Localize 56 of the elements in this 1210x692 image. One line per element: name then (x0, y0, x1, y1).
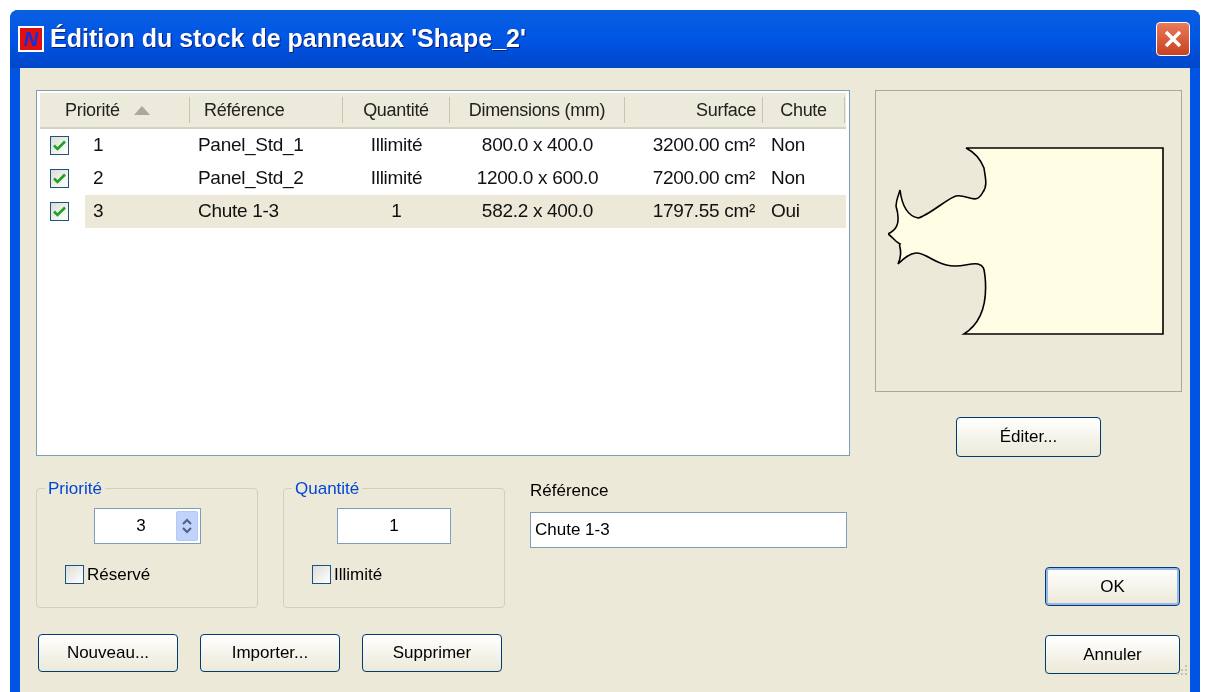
window-title: Édition du stock de panneaux 'Shape_2' (50, 23, 527, 55)
table-cell-text: 1 (92, 133, 105, 158)
action-button[interactable]: Nouveau... (38, 634, 178, 672)
reference-field[interactable]: Chute 1-3 (530, 511, 847, 548)
dialog-button[interactable]: OK (1045, 567, 1180, 606)
table-cell-text: 1797.55 cm² (651, 199, 756, 224)
checkbox[interactable] (50, 169, 69, 188)
table-cell-text: Illimité (369, 133, 424, 158)
table-row[interactable]: 3 Chute 1-3 1 582.2 x 400.0 1797.55 cm² Oui (85, 195, 846, 228)
spin-field[interactable]: 3 (93, 507, 201, 544)
checkbox-label: Réservé (87, 563, 151, 586)
checkbox[interactable] (50, 136, 69, 155)
app-icon: N (18, 26, 44, 52)
checkbox[interactable] (312, 564, 331, 584)
table-cell-text: Non (770, 133, 806, 158)
table-cell-text: Chute 1-3 (197, 199, 280, 224)
table-cell-text: 582.2 x 400.0 (480, 199, 595, 224)
checkbox[interactable] (65, 564, 84, 584)
checkbox-label: Illimité (334, 563, 383, 586)
checkbox[interactable] (50, 202, 69, 221)
column-header[interactable]: Référence (190, 97, 343, 123)
table-cell-text: 1 (390, 199, 403, 224)
table-cell-text: 2 (92, 166, 105, 191)
table-cell-text: 800.0 x 400.0 (480, 133, 595, 158)
sort-arrow-icon (133, 105, 150, 115)
table-cell-text: 3 (92, 199, 105, 224)
table-cell-text: 3200.00 cm² (651, 133, 756, 158)
group-label: Quantité (294, 478, 361, 500)
table-cell-text: 1200.0 x 600.0 (475, 166, 600, 191)
table-cell-text: Panel_Std_2 (197, 166, 305, 191)
column-header[interactable]: Quantité (343, 97, 450, 123)
checkmark-icon (53, 173, 66, 184)
column-header[interactable]: Priorité (40, 97, 190, 123)
column-header[interactable]: Dimensions (mm) (450, 97, 625, 123)
table-cell-text: Non (770, 166, 806, 191)
quantity-field[interactable]: 1 (337, 507, 451, 544)
close-button[interactable] (1156, 22, 1190, 56)
table-cell-text: 7200.00 cm² (651, 166, 756, 191)
checkmark-icon (53, 206, 66, 217)
table-cell-text: Illimité (369, 166, 424, 191)
table-cell-text: Panel_Std_1 (197, 133, 305, 158)
action-button[interactable]: Importer... (200, 634, 340, 672)
reference-label: Référence (530, 480, 610, 502)
edit-button[interactable]: Éditer... (956, 417, 1101, 457)
close-icon (1163, 29, 1183, 49)
column-header[interactable]: Surface (625, 97, 763, 123)
table-cell-text: Oui (770, 199, 801, 224)
table-row[interactable]: 2 Panel_Std_2 Illimité 1200.0 x 600.0 7200.00 cm² Non (85, 162, 846, 195)
resize-grip-icon (1176, 664, 1188, 676)
group-label: Priorité (47, 478, 103, 500)
dialog-button[interactable]: Annuler (1045, 635, 1180, 674)
spin-buttons[interactable] (175, 510, 198, 541)
column-header[interactable]: Chute (763, 97, 845, 123)
table-row[interactable]: 1 Panel_Std_1 Illimité 800.0 x 400.0 3200.00 cm² Non (85, 129, 846, 162)
checkmark-icon (53, 140, 66, 151)
action-button[interactable]: Supprimer (362, 634, 502, 672)
